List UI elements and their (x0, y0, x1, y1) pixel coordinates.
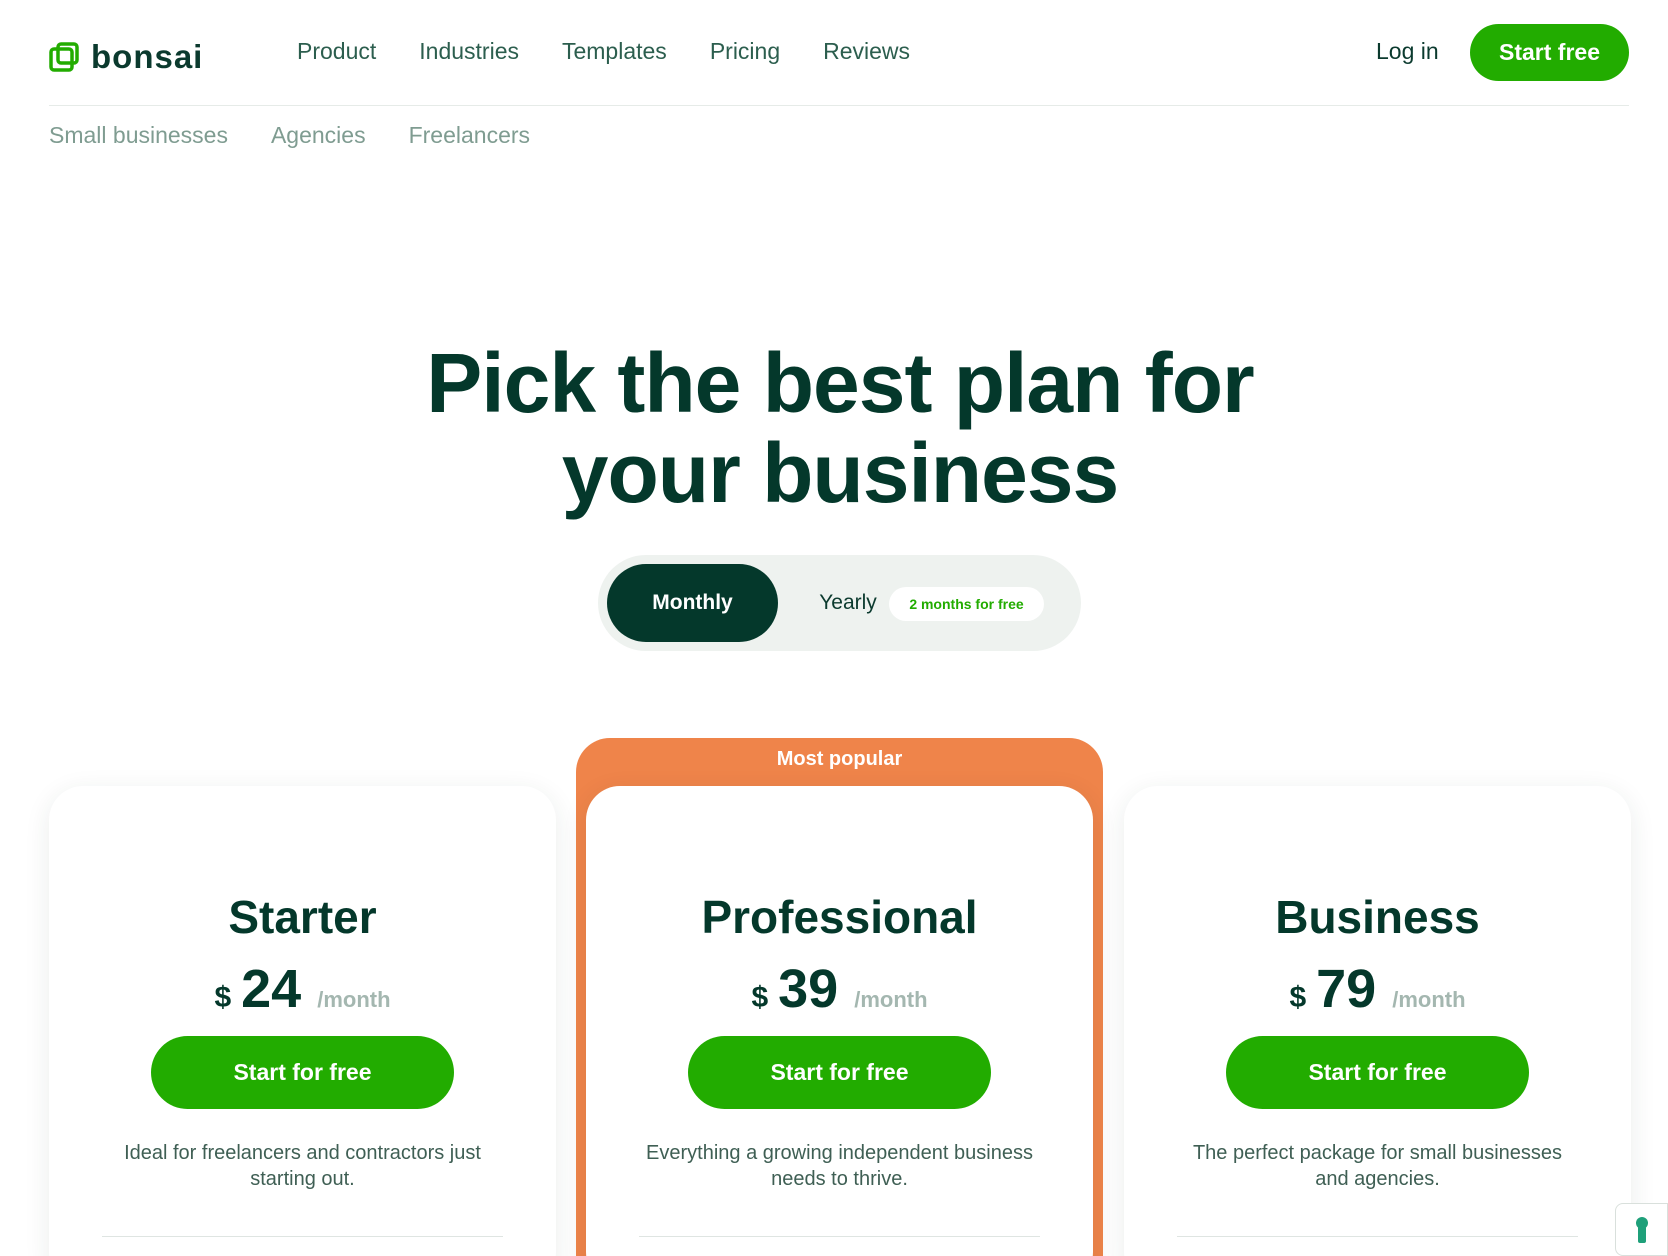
subnav-item-freelancers[interactable]: Freelancers (409, 122, 530, 149)
divider (639, 1236, 1040, 1237)
bonsai-logo-icon (49, 42, 79, 72)
subnav-item-small-businesses[interactable]: Small businesses (49, 122, 228, 149)
most-popular-frame: Most popular Professional $ 39 /month St… (576, 738, 1103, 1256)
plan-description: The perfect package for small businesses… (1192, 1142, 1563, 1190)
plan-card-professional: Professional $ 39 /month Start for free … (586, 786, 1093, 1256)
price-currency: $ (214, 981, 232, 1014)
start-for-free-button-business[interactable]: Start for free (1226, 1036, 1529, 1109)
price-period: /month (854, 987, 928, 1012)
billing-toggle: Monthly Yearly 2 months for free (598, 555, 1081, 651)
plan-description: Ideal for freelancers and contractors ju… (124, 1142, 481, 1190)
plan-description: Everything a growing independent busines… (646, 1142, 1033, 1190)
plan-card-business: Business $ 79 /month Start for free The … (1124, 786, 1631, 1256)
top-navbar: bonsai Product Industries Templates Pric… (49, 0, 1629, 106)
subnav-item-agencies[interactable]: Agencies (271, 122, 366, 149)
audience-subnav: Small businesses Agencies Freelancers (49, 122, 530, 149)
price-amount: 39 (778, 959, 839, 1019)
billing-monthly-option[interactable]: Monthly (607, 564, 778, 642)
price-period: /month (1392, 987, 1466, 1012)
price-currency: $ (1289, 981, 1307, 1014)
nav-item-industries[interactable]: Industries (419, 38, 519, 65)
divider (1177, 1236, 1578, 1237)
discount-badge: 2 months for free (889, 587, 1044, 621)
plan-name: Professional (701, 891, 978, 943)
price-period: /month (317, 987, 391, 1012)
brand-name: bonsai (91, 38, 204, 75)
plan-price: $ 39 /month (586, 958, 1093, 1020)
logo[interactable]: bonsai (49, 38, 203, 76)
plan-card-starter: Starter $ 24 /month Start for free Ideal… (49, 786, 556, 1256)
title-line-1: Pick the best plan for (426, 336, 1255, 430)
login-link[interactable]: Log in (1376, 38, 1439, 65)
keyhole-icon (1635, 1216, 1648, 1243)
most-popular-label: Most popular (776, 748, 903, 770)
plan-price: $ 79 /month (1124, 958, 1631, 1020)
nav-item-templates[interactable]: Templates (562, 38, 667, 65)
nav-item-pricing[interactable]: Pricing (710, 38, 780, 65)
price-currency: $ (751, 981, 769, 1014)
plan-name: Starter (228, 891, 377, 943)
price-amount: 79 (1316, 959, 1377, 1019)
start-for-free-button-starter[interactable]: Start for free (151, 1036, 454, 1109)
start-for-free-button-professional[interactable]: Start for free (688, 1036, 991, 1109)
page-title: Pick the best plan for your business (0, 338, 1668, 518)
start-free-button[interactable]: Start free (1470, 24, 1629, 81)
divider (102, 1236, 503, 1237)
privacy-widget[interactable] (1615, 1203, 1668, 1256)
nav-item-reviews[interactable]: Reviews (823, 38, 910, 65)
nav-item-product[interactable]: Product (297, 38, 376, 65)
plan-price: $ 24 /month (49, 958, 556, 1020)
plan-name: Business (1275, 891, 1480, 943)
main-nav: Product Industries Templates Pricing Rev… (297, 38, 910, 65)
title-line-2: your business (561, 426, 1120, 520)
price-amount: 24 (241, 959, 302, 1019)
